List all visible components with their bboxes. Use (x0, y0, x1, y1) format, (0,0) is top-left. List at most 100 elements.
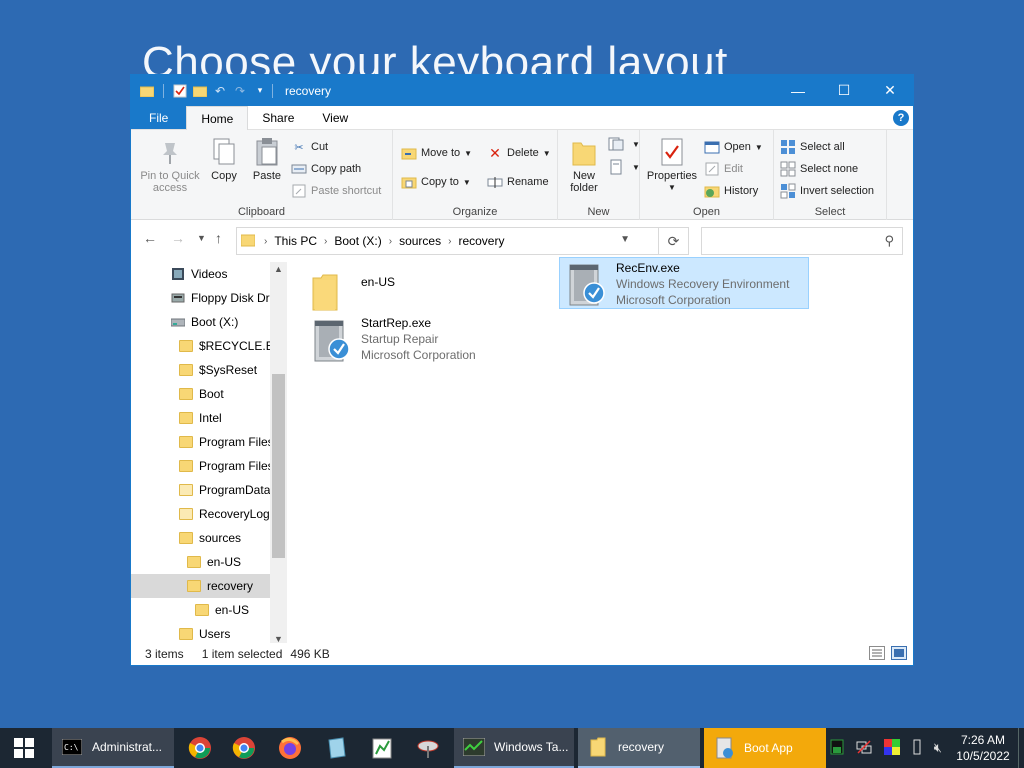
delete-button[interactable]: ✕ Delete ▼ (487, 145, 551, 161)
undo-icon[interactable]: ↶ (212, 83, 228, 99)
move-to-button[interactable]: Move to ▼ (401, 145, 472, 161)
usb-icon[interactable] (912, 739, 922, 758)
redo-icon[interactable]: ↷ (232, 83, 248, 99)
clock[interactable]: 7:26 AM 10/5/2022 (948, 732, 1018, 764)
copy-button[interactable]: Copy (207, 136, 241, 182)
item-count: 3 items (145, 647, 184, 661)
nav-item[interactable]: $RECYCLE.BIN (131, 334, 271, 358)
new-group-label: New (587, 206, 610, 218)
nav-item[interactable]: Boot (131, 382, 271, 406)
nav-item[interactable]: ProgramData (131, 478, 271, 502)
nav-item[interactable]: $SysReset (131, 358, 271, 382)
search-input[interactable] (702, 228, 872, 254)
help-icon[interactable]: ? (893, 110, 909, 126)
minimize-button[interactable]: — (775, 75, 821, 106)
history-button[interactable]: History (704, 183, 758, 199)
taskbar-item-chrome-2[interactable] (224, 728, 264, 768)
monitor-icon[interactable] (830, 739, 844, 758)
taskbar-item-boot-app[interactable]: Boot App (704, 728, 826, 768)
paste-button[interactable]: Paste (247, 136, 287, 182)
nav-item[interactable]: Program Files (131, 454, 271, 478)
select-all-button[interactable]: Select all (780, 139, 845, 155)
nav-item[interactable]: en-US (131, 550, 271, 574)
nav-item[interactable]: Videos (131, 262, 271, 286)
customize-dropdown-icon[interactable]: ▾ (252, 83, 268, 99)
details-view-icon[interactable] (869, 646, 885, 660)
nav-item[interactable]: Boot (X:) (131, 310, 271, 334)
large-icons-view-icon[interactable] (891, 646, 907, 660)
tab-file[interactable]: File (131, 106, 187, 129)
address-bar[interactable]: › This PC › Boot (X:) › sources › recove… (236, 227, 659, 255)
start-button[interactable] (0, 728, 48, 768)
address-dropdown-icon[interactable]: ▼ (620, 234, 630, 245)
nav-item[interactable]: recovery (131, 574, 271, 598)
breadcrumb-boot[interactable]: Boot (X:) (334, 234, 381, 248)
properties-icon[interactable] (172, 83, 188, 99)
taskbar-item-network[interactable] (408, 728, 448, 768)
open-group: Properties ▼ Open ▼ Edit History Open (640, 130, 774, 220)
nav-item[interactable]: en-US (131, 598, 271, 622)
breadcrumb-recovery[interactable]: recovery (458, 234, 504, 248)
tab-view[interactable]: View (308, 106, 362, 129)
chevron-down-icon: ▼ (632, 162, 640, 172)
nav-item[interactable]: Program Files (131, 430, 271, 454)
file-item-recenv[interactable]: RecEnv.exe Windows Recovery Environment … (559, 257, 809, 309)
network-icon[interactable] (856, 739, 872, 758)
file-item-startrep[interactable]: StartRep.exe Startup Repair Microsoft Co… (311, 315, 561, 367)
select-none-button[interactable]: Select none (780, 161, 858, 177)
taskbar-item-recovery[interactable]: recovery (578, 728, 700, 768)
new-item-button[interactable]: ▼ (608, 136, 640, 152)
rename-button[interactable]: Rename (487, 174, 549, 190)
close-button[interactable]: ✕ (867, 75, 913, 106)
breadcrumb-sources[interactable]: sources (399, 234, 441, 248)
search-box[interactable]: ⚲ (701, 227, 903, 255)
show-desktop-button[interactable] (1018, 728, 1024, 768)
open-button[interactable]: Open ▼ (704, 139, 763, 155)
breadcrumb-this-pc[interactable]: This PC (274, 234, 317, 248)
taskbar-item-task-manager[interactable]: Windows Ta... (454, 728, 574, 768)
nav-item[interactable]: RecoveryLogs (131, 502, 271, 526)
tab-share[interactable]: Share (248, 106, 308, 129)
recent-locations-button[interactable]: ▼ (197, 233, 206, 243)
taskbar-item-notes[interactable] (316, 728, 356, 768)
pin-to-quick-access-button[interactable]: Pin to Quick access (137, 136, 203, 194)
volume-muted-icon[interactable]: 🔇︎ (934, 740, 942, 756)
cut-label: Cut (311, 141, 329, 153)
cut-button[interactable]: ✂ Cut (291, 139, 328, 155)
scroll-up-icon[interactable]: ▲ (270, 264, 287, 274)
copy-path-button[interactable]: Copy path (291, 161, 361, 177)
nav-item[interactable]: Intel (131, 406, 271, 430)
taskbar-item-admin[interactable]: C:\ Administrat... (52, 728, 174, 768)
new-folder-button[interactable]: New folder (564, 136, 604, 194)
invert-selection-button[interactable]: Invert selection (780, 183, 874, 199)
up-button[interactable]: ↑ (215, 230, 222, 246)
refresh-button[interactable]: ⟳ (659, 227, 689, 255)
executable-icon (311, 315, 355, 365)
taskbar-item-firefox[interactable] (270, 728, 310, 768)
nav-item[interactable]: Floppy Disk Dri (131, 286, 271, 310)
chevron-down-icon: ▼ (542, 148, 551, 158)
pin-icon (155, 136, 185, 168)
maximize-button[interactable]: ☐ (821, 75, 867, 106)
tab-home[interactable]: Home (186, 106, 249, 130)
nav-item-label: $RECYCLE.BIN (199, 339, 271, 353)
new-folder-icon[interactable] (192, 83, 208, 99)
properties-button[interactable]: Properties ▼ (644, 136, 700, 194)
taskbar-item-chrome[interactable] (180, 728, 220, 768)
edit-button[interactable]: Edit (704, 161, 743, 177)
easy-access-button[interactable]: ▼ (608, 159, 640, 175)
navigation-scrollbar[interactable]: ▲ ▼ (270, 262, 287, 646)
forward-button[interactable]: → (171, 230, 185, 246)
back-button[interactable]: ← (143, 230, 157, 246)
title-bar: ↶ ↷ ▾ recovery — ☐ ✕ (131, 75, 913, 106)
editor-icon (372, 738, 392, 759)
taskbar-item-editor[interactable] (362, 728, 402, 768)
nav-item[interactable]: sources (131, 526, 271, 550)
taskbar-label: Administrat... (92, 740, 163, 754)
scrollbar-thumb[interactable] (272, 374, 285, 558)
copy-to-button[interactable]: Copy to ▼ (401, 174, 471, 190)
color-icon[interactable] (883, 738, 900, 758)
file-company: Microsoft Corporation (616, 293, 731, 307)
paste-shortcut-button[interactable]: Paste shortcut (291, 183, 381, 199)
file-item-en-us[interactable]: en-US (311, 272, 511, 312)
